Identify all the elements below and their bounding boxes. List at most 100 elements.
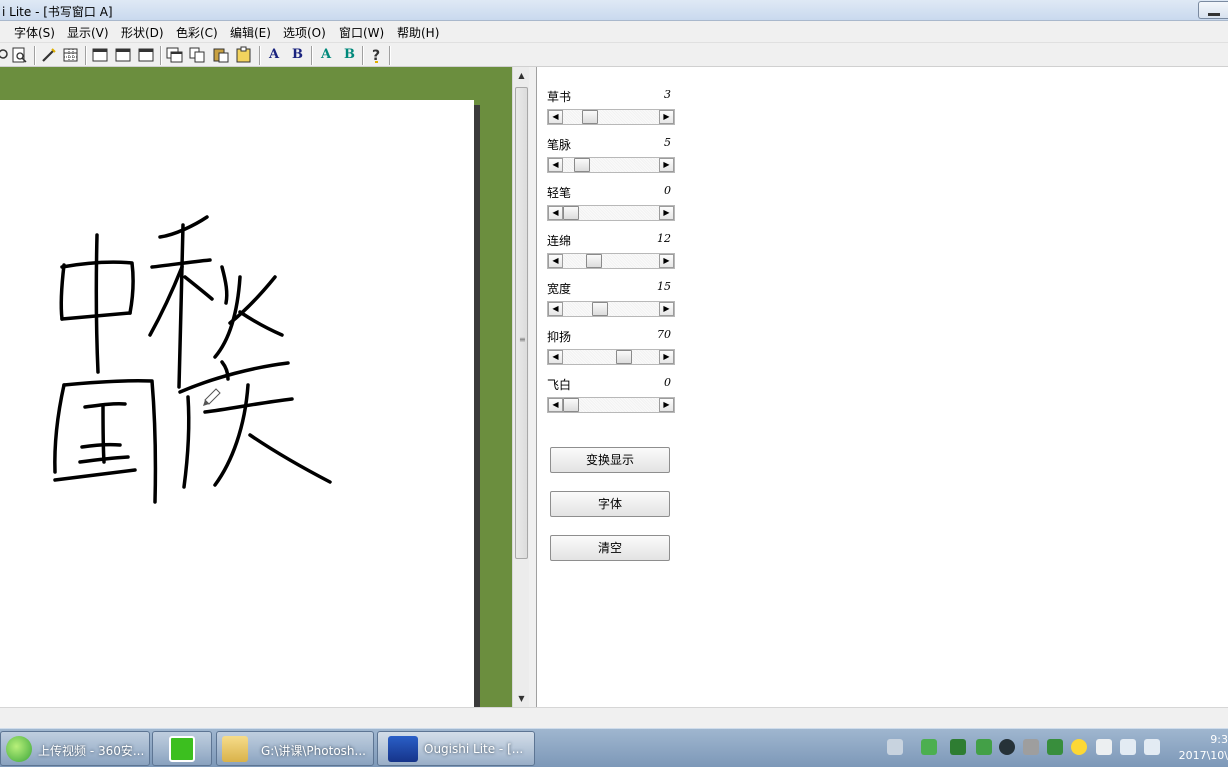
- paper-shadow: [474, 105, 480, 707]
- folder-icon: [222, 736, 248, 762]
- volume-icon[interactable]: [1144, 739, 1160, 755]
- window-title: i Lite - [书写窗口 A]: [2, 5, 113, 19]
- continuity-slider[interactable]: ◀ ▶: [547, 253, 675, 269]
- width-slider[interactable]: ◀ ▶: [547, 301, 675, 317]
- slider-thumb[interactable]: [586, 254, 602, 268]
- slider-left-arrow-icon[interactable]: ◀: [548, 206, 563, 220]
- taskbar-item-ougishi[interactable]: Ougishi Lite - [...: [377, 731, 535, 766]
- menu-options[interactable]: 选项(O): [283, 24, 326, 41]
- font-b-blue-icon[interactable]: B: [287, 46, 307, 64]
- slider-thumb[interactable]: [574, 158, 590, 172]
- param-modulation: 抑扬 70 ◀ ▶: [547, 328, 675, 372]
- param-cursive: 草书 3 ◀ ▶: [547, 88, 675, 132]
- writing-paper[interactable]: [0, 100, 474, 707]
- taskbar-item-folder[interactable]: G:\讲课\Photosh...: [216, 731, 374, 766]
- param-label: 连绵: [547, 234, 572, 248]
- toolbar-separator: [259, 46, 261, 65]
- slider-right-arrow-icon[interactable]: ▶: [659, 158, 674, 172]
- clear-button[interactable]: 清空: [550, 535, 670, 561]
- scroll-down-arrow-icon[interactable]: ▼: [513, 690, 530, 707]
- param-label: 飞白: [547, 378, 572, 392]
- paste-icon[interactable]: [211, 46, 231, 64]
- menu-shape[interactable]: 形状(D): [121, 24, 164, 41]
- menu-color[interactable]: 色彩(C): [176, 24, 218, 41]
- slider-right-arrow-icon[interactable]: ▶: [659, 254, 674, 268]
- slider-thumb[interactable]: [563, 206, 579, 220]
- slider-left-arrow-icon[interactable]: ◀: [548, 302, 563, 316]
- slider-right-arrow-icon[interactable]: ▶: [659, 398, 674, 412]
- light-stroke-slider[interactable]: ◀ ▶: [547, 205, 675, 221]
- title-bar: i Lite - [书写窗口 A]: [0, 0, 1228, 21]
- copy-icon[interactable]: [188, 46, 208, 64]
- font-a-teal-icon[interactable]: A: [316, 46, 336, 64]
- slider-thumb[interactable]: [592, 302, 608, 316]
- writing-canvas-area: [0, 67, 512, 707]
- clock-date: 2017\10\: [1178, 749, 1228, 762]
- font-a-blue-icon[interactable]: A: [264, 46, 284, 64]
- slider-right-arrow-icon[interactable]: ▶: [659, 350, 674, 364]
- pen-icon[interactable]: [39, 46, 59, 64]
- scrollbar-thumb[interactable]: ≡: [515, 87, 528, 559]
- slider-left-arrow-icon[interactable]: ◀: [548, 158, 563, 172]
- 360-browser-icon: [6, 736, 32, 762]
- security-shield-icon[interactable]: [1047, 739, 1063, 755]
- font-button[interactable]: 字体: [550, 491, 670, 517]
- taskbar-item-iqiyi[interactable]: [152, 731, 212, 766]
- font-b-teal-icon[interactable]: B: [339, 46, 359, 64]
- menu-edit[interactable]: 编辑(E): [230, 24, 271, 41]
- print-preview-icon[interactable]: [10, 46, 30, 64]
- scroll-up-arrow-icon[interactable]: ▲: [513, 67, 530, 84]
- clock-time: 9:3: [1210, 733, 1228, 746]
- usb-device-icon[interactable]: [1096, 739, 1112, 755]
- cursive-slider[interactable]: ◀ ▶: [547, 109, 675, 125]
- status-bar: [0, 707, 1228, 728]
- clipboard-icon[interactable]: [234, 46, 254, 64]
- new-window-icon[interactable]: [165, 46, 185, 64]
- slider-left-arrow-icon[interactable]: ◀: [548, 398, 563, 412]
- param-label: 抑扬: [547, 330, 572, 344]
- iqiyi-tray-icon[interactable]: [976, 739, 992, 755]
- modulation-slider[interactable]: ◀ ▶: [547, 349, 675, 365]
- stroke-vein-slider[interactable]: ◀ ▶: [547, 157, 675, 173]
- menu-view[interactable]: 显示(V): [67, 24, 109, 41]
- slider-right-arrow-icon[interactable]: ▶: [659, 206, 674, 220]
- qq-icon[interactable]: [999, 739, 1015, 755]
- ougishi-app-icon: [388, 736, 418, 762]
- network-monitor-icon[interactable]: [950, 739, 966, 755]
- toolbar-separator: [34, 46, 36, 65]
- toggle-display-button[interactable]: 变换显示: [550, 447, 670, 473]
- window-2-icon[interactable]: [113, 46, 133, 64]
- param-value: 3: [664, 88, 671, 101]
- system-clock[interactable]: 9:3 2017\10\: [1168, 732, 1228, 764]
- window-3-icon[interactable]: [136, 46, 156, 64]
- window-1-icon[interactable]: [90, 46, 110, 64]
- slider-left-arrow-icon[interactable]: ◀: [548, 350, 563, 364]
- flying-white-slider[interactable]: ◀ ▶: [547, 397, 675, 413]
- minimize-button[interactable]: [1198, 1, 1228, 19]
- slider-thumb[interactable]: [563, 398, 579, 412]
- menu-window[interactable]: 窗口(W): [339, 24, 384, 41]
- pane-splitter[interactable]: [529, 67, 537, 707]
- param-value: 15: [657, 280, 671, 293]
- sync-icon[interactable]: [1023, 739, 1039, 755]
- canvas-vertical-scrollbar[interactable]: ▲ ≡ ▼: [512, 67, 529, 707]
- slider-right-arrow-icon[interactable]: ▶: [659, 110, 674, 124]
- slider-left-arrow-icon[interactable]: ◀: [548, 254, 563, 268]
- signal-icon[interactable]: [1120, 739, 1136, 755]
- toolbar-separator: [311, 46, 313, 65]
- taskbar-item-360-browser[interactable]: 上传视频 - 360安...: [0, 731, 150, 766]
- grid-icon[interactable]: [61, 46, 81, 64]
- menu-help[interactable]: 帮助(H): [397, 24, 439, 41]
- help-icon[interactable]: ?: [367, 46, 387, 64]
- battery-icon[interactable]: [921, 739, 937, 755]
- param-label: 笔脉: [547, 138, 572, 152]
- menu-font[interactable]: 字体(S): [14, 24, 55, 41]
- slider-left-arrow-icon[interactable]: ◀: [548, 110, 563, 124]
- param-stroke-vein: 笔脉 5 ◀ ▶: [547, 136, 675, 180]
- param-value: 0: [664, 376, 671, 389]
- keyboard-icon[interactable]: [887, 739, 903, 755]
- slider-thumb[interactable]: [582, 110, 598, 124]
- slider-right-arrow-icon[interactable]: ▶: [659, 302, 674, 316]
- 360-guard-icon[interactable]: [1071, 739, 1087, 755]
- slider-thumb[interactable]: [616, 350, 632, 364]
